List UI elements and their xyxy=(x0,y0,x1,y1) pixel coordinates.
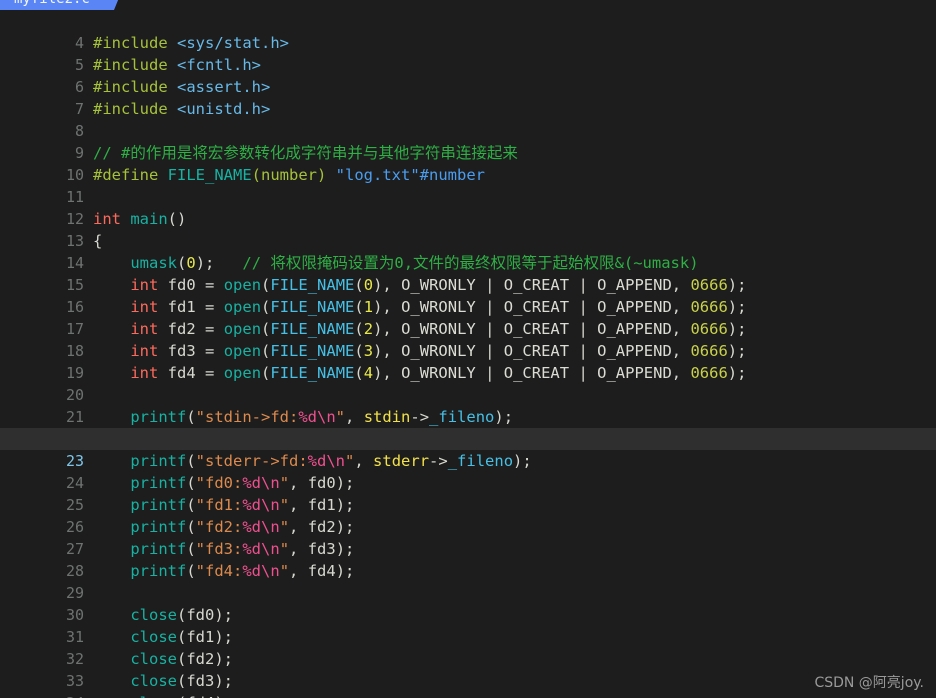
code-line[interactable]: 21 printf("stdin->fd:%d\n", stdin->_file… xyxy=(0,384,936,426)
code-line[interactable]: 7 #include <unistd.h> xyxy=(0,76,936,118)
code-line[interactable]: 6 #include <assert.h> xyxy=(0,54,936,96)
code-line[interactable]: 28 printf("fd4:%d\n", fd4); xyxy=(0,538,936,580)
code-line[interactable]: 17 int fd2 = open(FILE_NAME(2), O_WRONLY… xyxy=(0,296,936,338)
editor-tab-strip: myfile2.c xyxy=(0,0,936,10)
code-line[interactable]: 8 xyxy=(0,98,936,140)
code-line[interactable]: 26 printf("fd2:%d\n", fd2); xyxy=(0,494,936,536)
editor-tab-label: myfile2.c xyxy=(14,0,90,7)
code-line[interactable]: 20 xyxy=(0,362,936,404)
code-line[interactable]: 4 #include <sys/stat.h> xyxy=(0,10,936,52)
code-line[interactable]: 13{ xyxy=(0,208,936,250)
code-editor-window: myfile2.c 4#include <sys/stat.h> 5#inclu… xyxy=(0,0,936,698)
code-line[interactable]: 18 int fd3 = open(FILE_NAME(3), O_WRONLY… xyxy=(0,318,936,360)
code-line[interactable]: 16 int fd1 = open(FILE_NAME(1), O_WRONLY… xyxy=(0,274,936,316)
code-line[interactable]: 33 close(fd3); xyxy=(0,648,936,690)
code-line[interactable]: 29 xyxy=(0,560,936,602)
code-line[interactable]: 15 int fd0 = open(FILE_NAME(0), O_WRONLY… xyxy=(0,252,936,294)
code-line[interactable]: 32 close(fd2); xyxy=(0,626,936,668)
code-line[interactable]: 31 close(fd1); xyxy=(0,604,936,646)
line-content: close(fd4); xyxy=(84,692,233,698)
code-line[interactable]: 14 umask(0); // 将权限掩码设置为0,文件的最终权限等于起始权限&… xyxy=(0,230,936,272)
editor-tab-myfile2-c[interactable]: myfile2.c xyxy=(0,0,123,10)
code-line[interactable]: 9// #的作用是将宏参数转化成字符串并与其他字符串连接起来 xyxy=(0,120,936,162)
code-line[interactable]: 25 printf("fd1:%d\n", fd1); xyxy=(0,472,936,514)
line-number: 34 xyxy=(56,692,84,698)
code-line[interactable]: 27 printf("fd3:%d\n", fd3); xyxy=(0,516,936,558)
code-line[interactable]: 30 close(fd0); xyxy=(0,582,936,624)
code-line[interactable]: 24 printf("fd0:%d\n", fd0); xyxy=(0,450,936,492)
code-line-current[interactable]: 23 printf("stderr->fd:%d\n", stderr->_fi… xyxy=(0,428,936,470)
code-line[interactable]: 5 #include <fcntl.h> xyxy=(0,32,936,74)
code-line[interactable]: 22 printf("stdout->fd:%d\n", stdout->_fi… xyxy=(0,406,936,448)
code-line[interactable]: 19 int fd4 = open(FILE_NAME(4), O_WRONLY… xyxy=(0,340,936,382)
code-line[interactable]: 11 xyxy=(0,164,936,206)
csdn-watermark: CSDN @阿亮joy. xyxy=(814,675,924,691)
code-line[interactable]: 12 int main() xyxy=(0,186,936,228)
code-line[interactable]: 34 close(fd4); xyxy=(0,670,936,698)
code-line[interactable]: 10 #define FILE_NAME(number) "log.txt"#nu… xyxy=(0,142,936,184)
code-content-area[interactable]: 4 #include <sys/stat.h> 5 #include <fcntl.… xyxy=(0,10,936,698)
